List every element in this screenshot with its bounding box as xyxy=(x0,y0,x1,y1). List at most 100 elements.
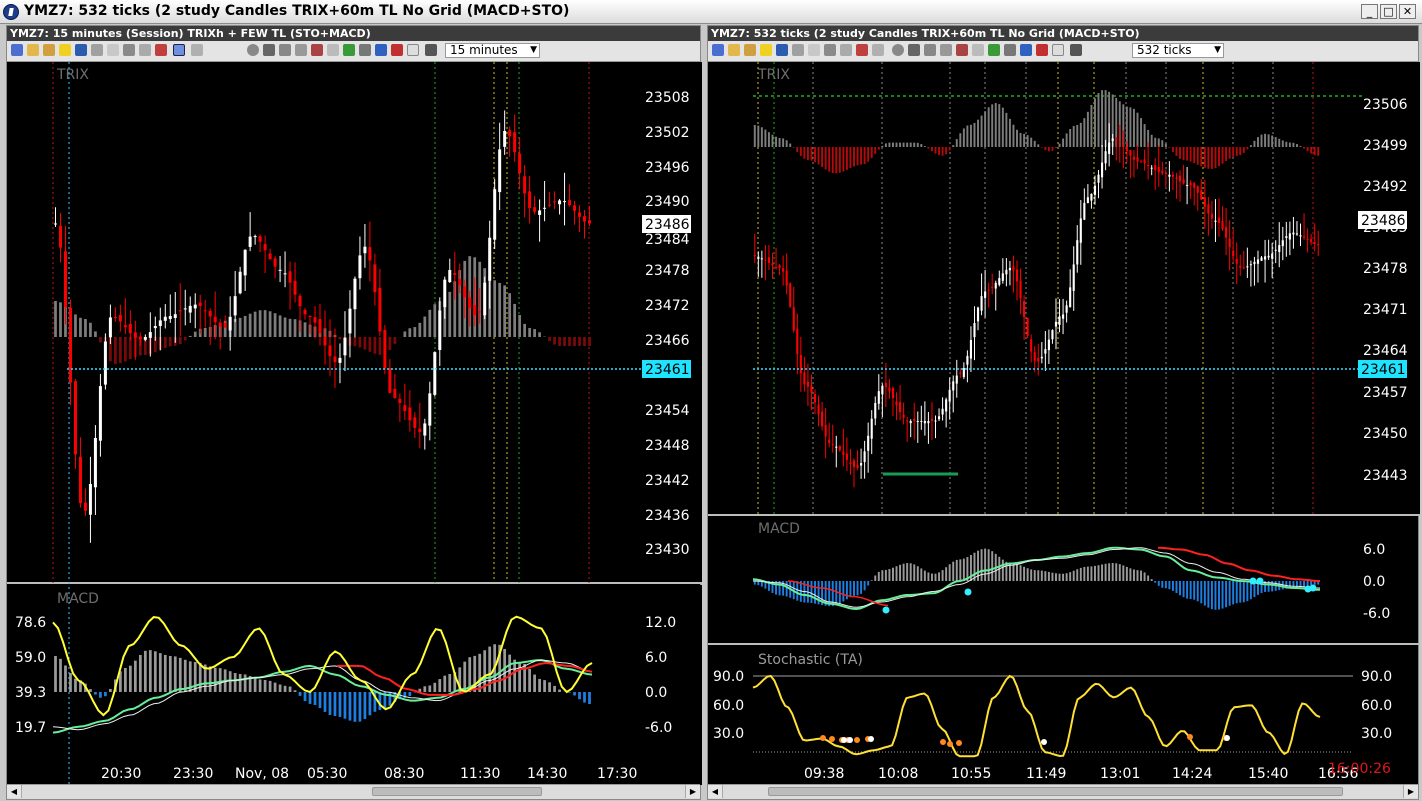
left-trix-bar xyxy=(284,317,287,337)
right-candle xyxy=(1271,254,1273,259)
right-macd-dot xyxy=(965,589,972,596)
right-candle xyxy=(864,451,866,462)
right-candle xyxy=(1250,264,1252,265)
left-macd-bar xyxy=(269,681,272,692)
left-trix-bar xyxy=(578,337,581,346)
right-macd-bar xyxy=(867,581,869,586)
right-price-tick: 23506 xyxy=(1363,97,1408,113)
right-hscroll[interactable]: ◀ ▶ xyxy=(708,784,1418,799)
right-macd-bar xyxy=(1105,564,1107,581)
left-candle xyxy=(69,308,72,383)
right-stoch-dot-white xyxy=(868,736,874,742)
right-trix-bar xyxy=(1264,134,1266,147)
left-macd-bar xyxy=(553,686,556,692)
right-macd-bar xyxy=(1122,565,1124,581)
right-stoch-left-tick: 90.0 xyxy=(713,669,744,685)
right-chart-canvas[interactable]: TRIX235062349923492234852347823471234642… xyxy=(708,26,1420,801)
right-macd-bar xyxy=(846,581,848,599)
right-candle xyxy=(945,399,947,411)
scroll-right-icon[interactable]: ▶ xyxy=(1403,785,1418,798)
left-candle xyxy=(294,281,297,295)
left-price-tick: 23502 xyxy=(645,125,690,141)
right-macd-bar xyxy=(810,581,812,603)
right-candle xyxy=(1002,273,1004,280)
right-trix-bar xyxy=(1172,147,1174,152)
right-trix-bar xyxy=(903,143,905,147)
right-trix-bar xyxy=(1285,142,1287,147)
right-candle xyxy=(895,401,897,405)
right-trix-bar xyxy=(1176,147,1178,156)
right-candle xyxy=(1221,221,1223,229)
right-candle xyxy=(1186,185,1188,186)
right-trix-bar xyxy=(1239,147,1241,155)
left-trix-bar xyxy=(418,323,421,337)
right-macd-bar xyxy=(1112,563,1114,581)
right-candle xyxy=(1094,186,1096,195)
right-trix-bar xyxy=(832,147,834,173)
left-scroll-thumb[interactable] xyxy=(372,787,542,796)
right-signal-line xyxy=(753,548,1320,607)
right-trix-bar xyxy=(1154,138,1156,147)
right-trix-bar xyxy=(910,143,912,147)
right-macd-bar xyxy=(1066,573,1068,581)
left-trix-bar xyxy=(184,337,187,340)
right-trix-bar xyxy=(789,144,791,147)
right-candle xyxy=(1097,175,1099,183)
right-trix-bar xyxy=(1144,124,1146,147)
right-candle xyxy=(1193,183,1195,188)
left-trix-bar xyxy=(339,337,342,339)
left-chart-pane: YMZ7: 15 minutes (Session) TRIXh + FEW T… xyxy=(6,25,701,800)
right-price-tick: 23471 xyxy=(1363,302,1408,318)
right-macd-bar xyxy=(1197,581,1199,601)
right-price-tick: 23492 xyxy=(1363,179,1408,195)
left-candle xyxy=(204,310,207,311)
right-candle xyxy=(1236,259,1238,264)
right-macd-bar xyxy=(1303,581,1305,587)
right-scroll-thumb[interactable] xyxy=(768,787,1343,796)
minimize-button[interactable]: _ xyxy=(1361,4,1378,19)
right-trix-bar xyxy=(1186,147,1188,161)
close-button[interactable]: ✕ xyxy=(1399,4,1416,19)
right-candle xyxy=(754,255,756,256)
left-trix-bar xyxy=(558,337,561,346)
right-trix-bar xyxy=(800,147,802,156)
right-macd-bar xyxy=(1073,571,1075,581)
left-macd-bar xyxy=(309,692,312,704)
left-macd-bar xyxy=(104,692,107,696)
right-candle xyxy=(1179,176,1181,182)
right-macd-bar xyxy=(920,568,922,581)
right-stoch-dot xyxy=(947,741,953,747)
left-trix-bar xyxy=(533,329,536,337)
right-trix-bar xyxy=(1314,147,1316,155)
left-chart-canvas[interactable]: TRIX235082350223496234902348423478234722… xyxy=(7,26,702,801)
left-macd-right-tick: 0.0 xyxy=(645,685,667,701)
left-macd-bar xyxy=(134,661,137,692)
right-candle xyxy=(885,383,887,387)
left-macd-bar xyxy=(294,690,297,692)
scroll-left-icon[interactable]: ◀ xyxy=(708,785,723,798)
left-trix-bar xyxy=(259,310,262,337)
left-candle xyxy=(214,317,217,323)
scroll-right-icon[interactable]: ▶ xyxy=(685,785,700,798)
maximize-button[interactable]: □ xyxy=(1380,4,1397,19)
left-trix-bar xyxy=(423,317,426,337)
scroll-left-icon[interactable]: ◀ xyxy=(7,785,22,798)
right-candle xyxy=(1044,349,1046,354)
left-macd-bar xyxy=(94,692,97,695)
right-macd-bar xyxy=(981,549,983,581)
right-candle xyxy=(1147,165,1149,166)
right-macd-bar xyxy=(924,571,926,581)
right-candle xyxy=(779,265,781,268)
right-time-tick: 13:01 xyxy=(1100,766,1140,782)
left-hscroll[interactable]: ◀ ▶ xyxy=(7,784,700,799)
right-candle xyxy=(1140,161,1142,162)
right-macd-bar xyxy=(1204,581,1206,606)
right-trix-bar xyxy=(1027,135,1029,147)
left-trix-bar xyxy=(179,337,182,344)
left-candle xyxy=(358,255,361,278)
right-macd-bar xyxy=(1051,573,1053,581)
right-candle xyxy=(814,394,816,402)
right-candle xyxy=(931,419,933,421)
right-candle xyxy=(1055,322,1057,327)
right-macd-bar xyxy=(1041,571,1043,581)
